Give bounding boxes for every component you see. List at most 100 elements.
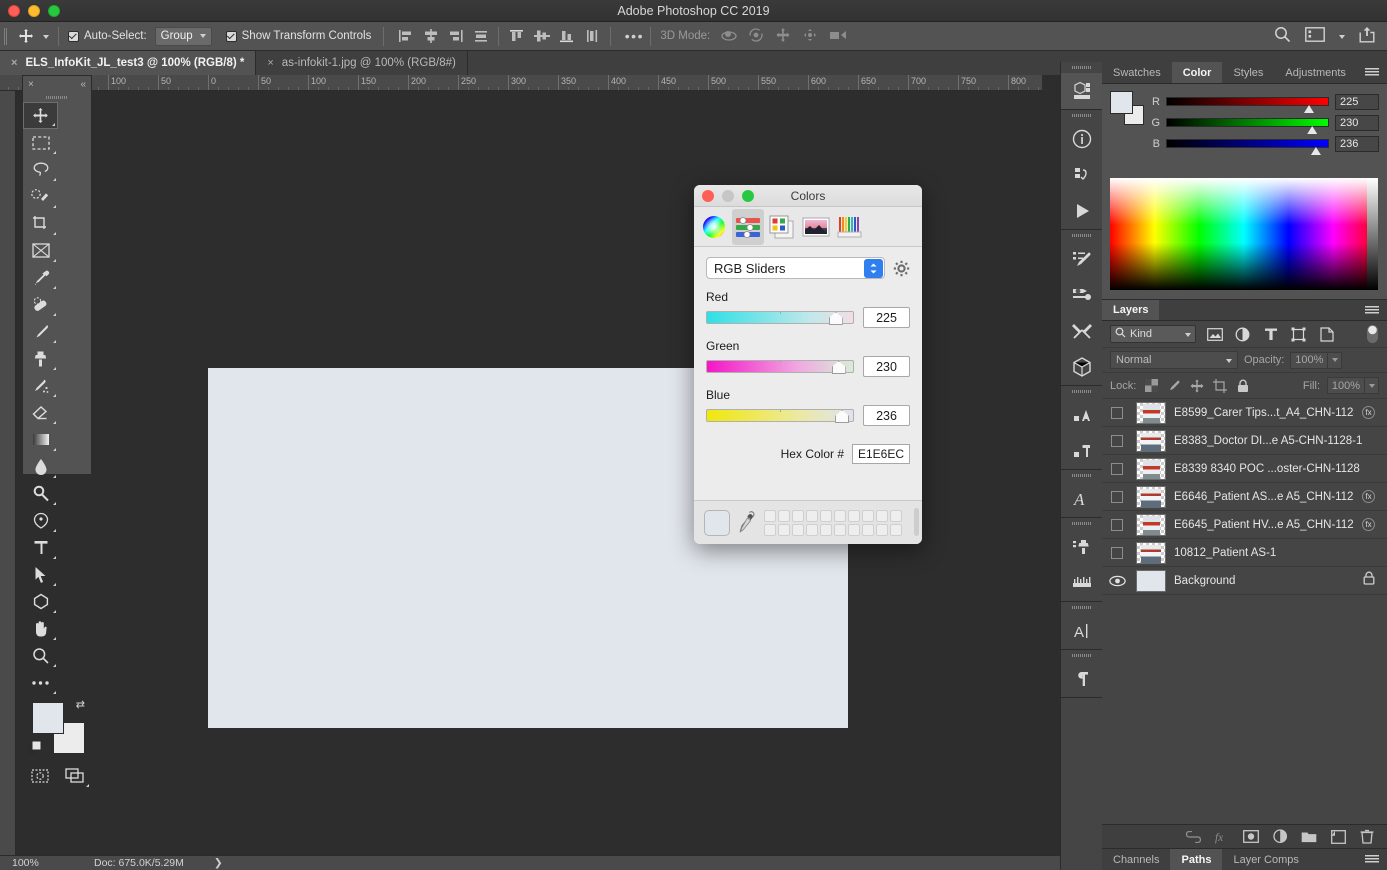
new-group-icon[interactable] — [1301, 829, 1317, 845]
color-palette-grid[interactable] — [764, 510, 902, 536]
layer-thumbnail[interactable] — [1136, 430, 1166, 452]
brush-tool-icon[interactable] — [23, 318, 58, 345]
layer-thumbnail[interactable] — [1136, 458, 1166, 480]
chevron-down-icon[interactable] — [1339, 30, 1345, 42]
palette-cell[interactable] — [834, 524, 846, 536]
palette-cell[interactable] — [820, 510, 832, 522]
layer-fx-badge[interactable]: fx — [1362, 518, 1375, 531]
palette-scrollbar[interactable] — [914, 508, 919, 536]
quick-mask-icon[interactable] — [23, 762, 57, 789]
distribute-vertical-icon[interactable] — [579, 22, 604, 51]
image-palettes-mode-icon[interactable] — [800, 209, 832, 245]
paragraph-styles-icon[interactable] — [1061, 433, 1102, 469]
red-value-field[interactable]: 225 — [863, 307, 910, 328]
layer-name[interactable]: E6645_Patient HV...e A5_CHN-1128-1 — [1174, 519, 1354, 531]
tool-presets-icon[interactable] — [1061, 313, 1102, 349]
palette-cell[interactable] — [848, 524, 860, 536]
palette-cell[interactable] — [820, 524, 832, 536]
layer-name[interactable]: E8599_Carer Tips...t_A4_CHN-1128-1 — [1174, 407, 1354, 419]
blue-slider[interactable] — [1166, 139, 1329, 148]
layer-name[interactable]: E8383_Doctor DI...e A5-CHN-1128-1 — [1174, 435, 1379, 447]
hex-color-field[interactable]: E1E6EC — [852, 444, 910, 464]
layer-thumbnail[interactable] — [1136, 486, 1166, 508]
red-value-field[interactable]: 225 — [1335, 94, 1379, 110]
screen-mode-icon[interactable] — [57, 762, 91, 789]
filter-type-icon[interactable] — [1261, 325, 1280, 344]
default-colors-icon[interactable] — [28, 741, 43, 761]
palette-cell[interactable] — [764, 524, 776, 536]
table-row[interactable]: E8599_Carer Tips...t_A4_CHN-1128-1fx — [1102, 399, 1387, 427]
document-tab-0[interactable]: × ELS_InfoKit_JL_test3 @ 100% (RGB/8) * — [0, 51, 256, 75]
new-fill-adjustment-icon[interactable] — [1272, 829, 1288, 845]
eyedropper-icon[interactable] — [738, 511, 756, 535]
layer-fx-badge[interactable]: fx — [1362, 490, 1375, 503]
panel-menu-icon[interactable] — [1357, 62, 1387, 83]
workspace-icon[interactable] — [1305, 27, 1325, 45]
chevron-down-icon[interactable] — [1226, 354, 1232, 366]
rectangular-marquee-tool-icon[interactable] — [23, 129, 58, 156]
foreground-color-swatch[interactable] — [32, 702, 64, 734]
lock-icon[interactable] — [1363, 571, 1375, 590]
eye-hidden-icon[interactable] — [1106, 514, 1128, 536]
link-layers-icon[interactable] — [1185, 829, 1201, 845]
lock-image-icon[interactable] — [1166, 378, 1182, 394]
edit-toolbar-icon[interactable] — [23, 669, 58, 696]
document-tab-1[interactable]: × as-infokit-1.jpg @ 100% (RGB/8#) — [256, 51, 467, 75]
auto-select-checkbox[interactable] — [68, 31, 79, 42]
share-icon[interactable] — [1359, 26, 1375, 46]
palette-cell[interactable] — [792, 510, 804, 522]
stepper-icon[interactable] — [864, 259, 883, 278]
tab-channels[interactable]: Channels — [1102, 849, 1170, 870]
color-spectrum-picker[interactable] — [1110, 178, 1378, 290]
slider-knob[interactable] — [1307, 126, 1317, 134]
libraries-icon[interactable] — [1061, 73, 1102, 109]
dock-grip[interactable] — [1061, 518, 1102, 529]
palette-cell[interactable] — [848, 510, 860, 522]
tools-panel-grip[interactable] — [23, 92, 91, 102]
layer-thumbnail[interactable] — [1136, 542, 1166, 564]
pencils-mode-icon[interactable] — [834, 209, 866, 245]
lock-artboard-icon[interactable] — [1212, 378, 1228, 394]
eye-hidden-icon[interactable] — [1106, 542, 1128, 564]
red-slider[interactable] — [1166, 97, 1329, 106]
dodge-tool-icon[interactable] — [23, 480, 58, 507]
opacity-value[interactable]: 100% — [1290, 352, 1328, 369]
layer-name[interactable]: E8339 8340 POC ...oster-CHN-1128 — [1174, 463, 1379, 475]
align-top-edges-icon[interactable] — [504, 22, 529, 51]
tool-preset-chevron-icon[interactable] — [43, 30, 49, 42]
glyphs-icon[interactable]: A — [1061, 481, 1102, 517]
close-icon[interactable]: × — [11, 57, 17, 69]
fill-value[interactable]: 100% — [1327, 377, 1365, 394]
eraser-tool-icon[interactable] — [23, 399, 58, 426]
blend-mode-dropdown[interactable]: Normal — [1110, 351, 1238, 369]
slide-3d-icon[interactable] — [801, 27, 819, 46]
layer-name[interactable]: 10812_Patient AS-1 — [1174, 547, 1379, 559]
panel-menu-icon[interactable] — [1357, 849, 1387, 870]
color-sliders-mode-icon[interactable] — [732, 209, 764, 245]
green-slider[interactable] — [706, 360, 854, 373]
type-tool-icon[interactable] — [23, 534, 58, 561]
palette-cell[interactable] — [834, 510, 846, 522]
status-expand-icon[interactable]: ❯ — [184, 857, 223, 869]
dock-grip[interactable] — [1061, 470, 1102, 481]
brush-settings-icon[interactable] — [1061, 277, 1102, 313]
align-bottom-edges-icon[interactable] — [554, 22, 579, 51]
table-row[interactable]: E6645_Patient HV...e A5_CHN-1128-1 fx — [1102, 511, 1387, 539]
dock-grip[interactable] — [1061, 602, 1102, 613]
gear-icon[interactable] — [893, 260, 910, 277]
pen-tool-icon[interactable] — [23, 507, 58, 534]
history-icon[interactable] — [1061, 157, 1102, 193]
timeline-clone-source-icon[interactable] — [1061, 529, 1102, 565]
auto-select-group[interactable]: Auto-Select: — [68, 30, 147, 42]
layer-fx-icon[interactable]: fx — [1214, 829, 1230, 845]
auto-select-scope-dropdown[interactable]: Group — [155, 27, 212, 46]
palette-cell[interactable] — [806, 510, 818, 522]
move-tool-icon[interactable] — [23, 102, 58, 129]
palette-cell[interactable] — [778, 524, 790, 536]
table-row[interactable]: 10812_Patient AS-1 — [1102, 539, 1387, 567]
foreground-color-swatch[interactable] — [1110, 91, 1133, 114]
opacity-stepper-icon[interactable] — [1328, 352, 1342, 369]
filter-toggle-switch[interactable] — [1366, 324, 1379, 344]
table-row[interactable]: E6646_Patient AS...e A5_CHN-1128-1fx — [1102, 483, 1387, 511]
table-row[interactable]: E8339 8340 POC ...oster-CHN-1128 — [1102, 455, 1387, 483]
